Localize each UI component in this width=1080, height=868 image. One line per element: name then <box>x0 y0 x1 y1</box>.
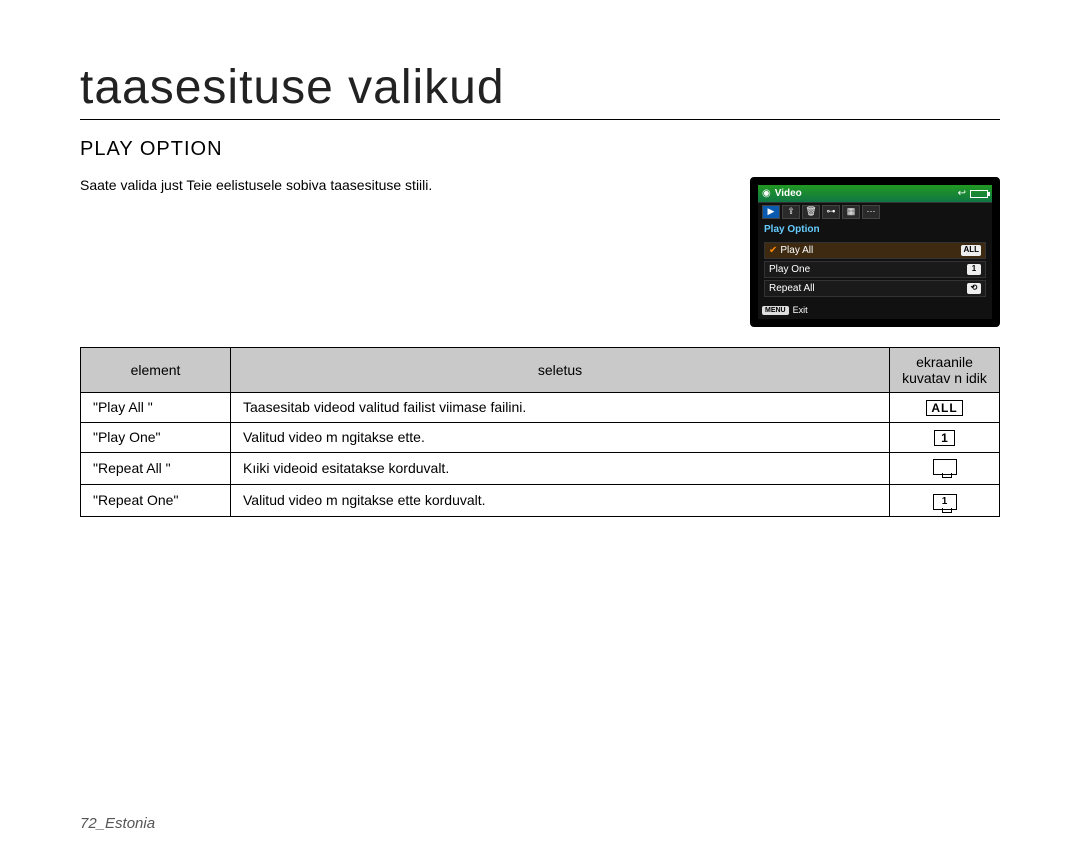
device-option-label: Repeat All <box>769 282 815 295</box>
grid-tab-icon[interactable]: ▦ <box>842 205 860 219</box>
page-title: taasesituse valikud <box>80 60 1000 120</box>
row-desc: Valitud video m ngitakse ette. <box>231 422 890 452</box>
row-name: "Play All " <box>81 392 231 422</box>
menu-button-label[interactable]: MENU <box>762 306 789 315</box>
play-tab-icon[interactable]: ▶ <box>762 205 780 219</box>
device-header-title: Video <box>775 187 802 200</box>
th-indicator: ekraanile kuvatav n idik <box>890 347 1000 392</box>
delete-tab-icon[interactable]: 🗑 <box>802 205 820 219</box>
device-option-label: Play One <box>769 263 810 276</box>
lock-tab-icon[interactable]: ⊶ <box>822 205 840 219</box>
one-icon: 1 <box>934 430 955 446</box>
table-row: "Play All " Taasesitab videod valitud fa… <box>81 392 1000 422</box>
row-icon: 1 <box>890 422 1000 452</box>
badge-all: ALL <box>961 245 981 255</box>
device-option-label: Play All <box>780 245 813 256</box>
row-name: "Repeat All " <box>81 452 231 484</box>
page-footer: 72_Estonia <box>80 815 155 832</box>
table-row: "Repeat One" Valitud video m ngitakse et… <box>81 484 1000 516</box>
device-tabs: ▶ ⇪ 🗑 ⊶ ▦ ⋯ <box>758 203 992 221</box>
row-icon: 1 <box>890 484 1000 516</box>
more-tab-icon[interactable]: ⋯ <box>862 205 880 219</box>
device-option-list: ✔Play All ALL Play One 1 Repeat All ⟲ <box>758 238 992 303</box>
row-name: "Repeat One" <box>81 484 231 516</box>
table-row: "Repeat All " Kıiki videoid esitatakse k… <box>81 452 1000 484</box>
row-desc: Kıiki videoid esitatakse korduvalt. <box>231 452 890 484</box>
intro-text: Saate valida just Teie eelistusele sobiv… <box>80 177 710 193</box>
th-seletus: seletus <box>231 347 890 392</box>
all-icon: ALL <box>926 400 962 416</box>
back-icon: ↩ <box>958 187 966 200</box>
options-table: element seletus ekraanile kuvatav n idik… <box>80 347 1000 517</box>
device-option-play-one[interactable]: Play One 1 <box>764 261 986 278</box>
exit-label: Exit <box>793 305 808 317</box>
device-menu-title: Play Option <box>758 221 992 238</box>
table-row: "Play One" Valitud video m ngitakse ette… <box>81 422 1000 452</box>
battery-icon <box>970 190 988 198</box>
section-heading: PLAY OPTION <box>80 138 1000 161</box>
share-tab-icon[interactable]: ⇪ <box>782 205 800 219</box>
row-desc: Taasesitab videod valitud failist viimas… <box>231 392 890 422</box>
row-name: "Play One" <box>81 422 231 452</box>
repeat-one-icon: 1 <box>933 494 957 510</box>
row-icon <box>890 452 1000 484</box>
row-desc: Valitud video m ngitakse ette korduvalt. <box>231 484 890 516</box>
badge-repeat: ⟲ <box>967 283 981 293</box>
device-option-repeat-all[interactable]: Repeat All ⟲ <box>764 280 986 297</box>
th-element: element <box>81 347 231 392</box>
badge-one: 1 <box>967 264 981 274</box>
device-option-play-all[interactable]: ✔Play All ALL <box>764 242 986 259</box>
device-footer: MENU Exit <box>758 303 992 319</box>
row-icon: ALL <box>890 392 1000 422</box>
repeat-all-icon <box>933 459 957 475</box>
device-preview: ◉ Video ↩ ▶ ⇪ 🗑 ⊶ ▦ ⋯ Play Option ✔Play … <box>750 177 1000 327</box>
device-header: ◉ Video ↩ <box>758 185 992 203</box>
globe-icon: ◉ <box>762 187 771 200</box>
check-icon: ✔ <box>769 245 777 256</box>
